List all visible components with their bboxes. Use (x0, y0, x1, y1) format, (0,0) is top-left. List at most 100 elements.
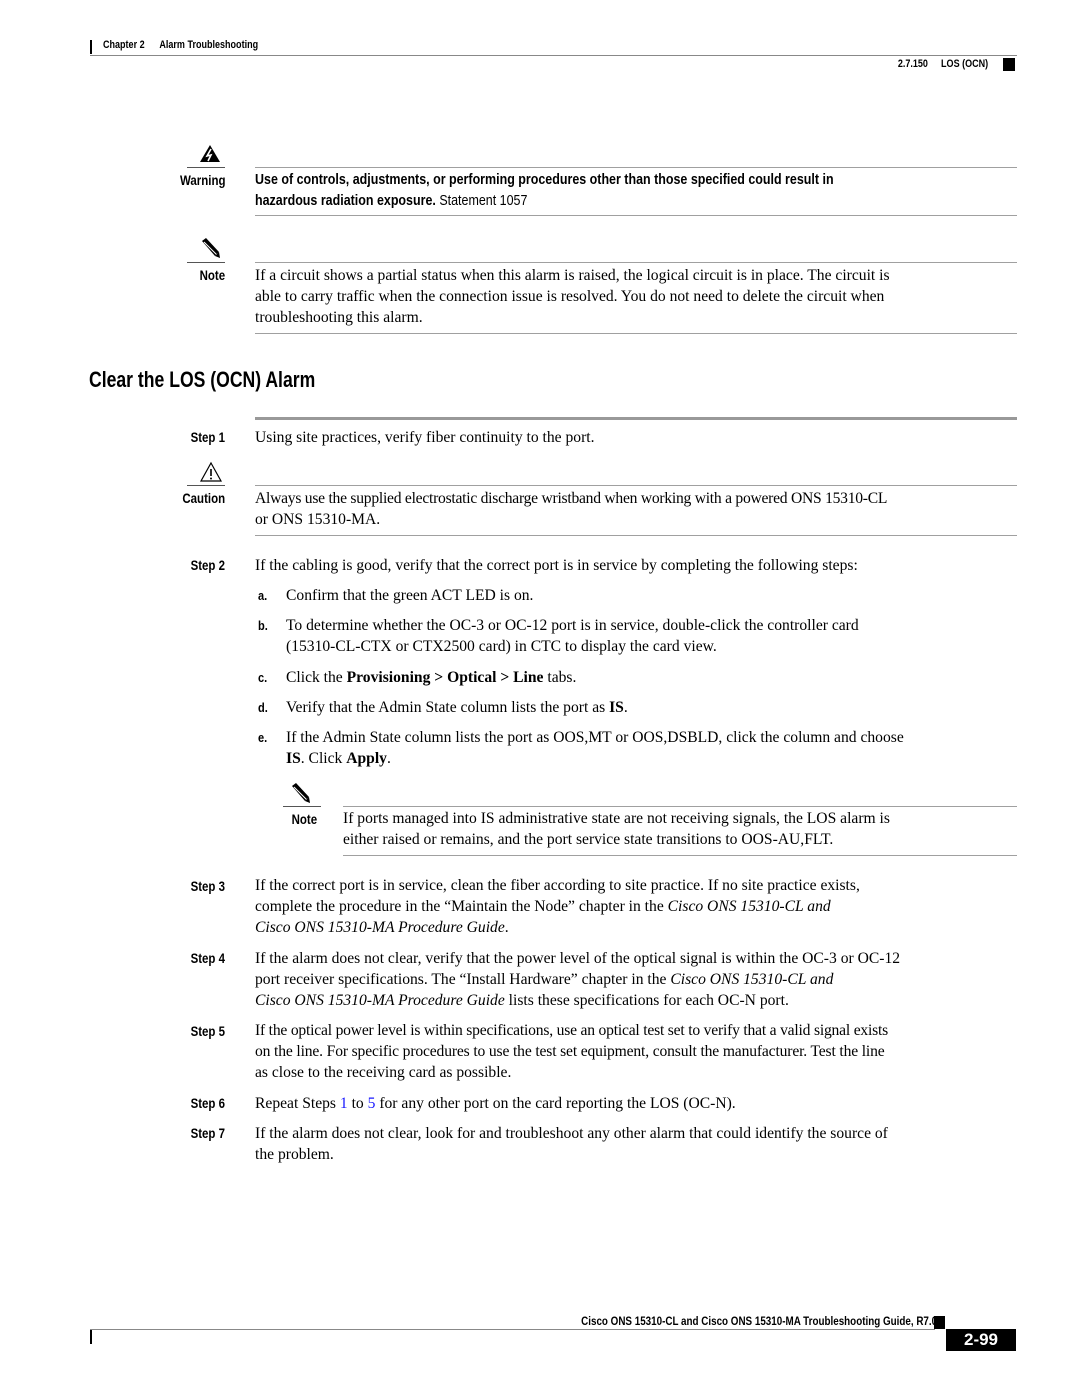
warning-lightning-icon (197, 143, 223, 165)
text-run: Click the (286, 669, 347, 686)
step-7-label: Step 7 (190, 1125, 225, 1141)
warning-text: Use of controls, adjustments, or perform… (255, 170, 834, 212)
warning-icon-rule (187, 167, 225, 168)
note-pencil-icon (288, 782, 312, 806)
note-pencil-icon (198, 237, 222, 261)
text-run: complete the procedure in the “Maintain … (255, 898, 668, 915)
step-line: on the line. For specific procedures to … (255, 1043, 885, 1060)
note-line: If a circuit shows a partial status when… (255, 267, 890, 284)
step-3-text: If the correct port is in service, clean… (255, 875, 1025, 938)
menu-path: Provisioning > Optical > Line (346, 669, 544, 686)
caution-line: or ONS 15310-MA. (255, 511, 381, 528)
step-line: If the correct port is in service, clean… (255, 877, 860, 894)
note-bottom-rule (255, 333, 1017, 334)
note-icon-rule (283, 806, 321, 807)
note-icon-rule (187, 262, 225, 263)
document-reference: Cisco ONS 15310-MA Procedure Guide (255, 919, 505, 936)
step-1-link[interactable]: 1 (340, 1095, 348, 1112)
step-line: complete the procedure in the “Maintain … (255, 896, 1025, 917)
header-section: 2.7.150 LOS (OCN) (898, 58, 988, 70)
step-2-text: If the cabling is good, verify that the … (255, 557, 858, 574)
footer-guide-title: Cisco ONS 15310-CL and Cisco ONS 15310-M… (581, 1314, 937, 1328)
text-run: to (347, 1095, 368, 1112)
caution-label: Caution (182, 490, 225, 506)
document-reference: Cisco ONS 15310-CL and (670, 971, 834, 988)
footer-marker-square (934, 1316, 945, 1329)
substep-c-text: Click the Provisioning > Optical > Line … (286, 667, 576, 688)
text-run: tabs. (543, 669, 577, 686)
chapter-label: Chapter 2 (103, 39, 145, 51)
note-bottom-rule (343, 855, 1017, 856)
chapter-title: Alarm Troubleshooting (159, 39, 259, 51)
state-value: IS (286, 750, 301, 767)
caution-top-rule (255, 485, 1017, 486)
warning-bottom-rule (255, 215, 1017, 216)
header-marker-square (1003, 58, 1015, 71)
substep-e-text: If the Admin State column lists the port… (286, 727, 1026, 769)
page-number: 2-99 (946, 1329, 1016, 1351)
note-label: Note (291, 811, 317, 827)
substep-c-label: c. (258, 670, 268, 685)
text-run: Verify that the Admin State column lists… (286, 699, 610, 716)
header-margin-bar (90, 40, 92, 54)
footer-margin-bar (90, 1330, 92, 1344)
substep-b-label: b. (258, 618, 268, 633)
text-run: . (386, 750, 391, 767)
warning-line-2: hazardous radiation exposure. Statement … (255, 191, 834, 212)
step-line: If the alarm does not clear, verify that… (255, 950, 901, 967)
note-text: If ports managed into IS administrative … (343, 808, 1023, 850)
text-run: . (623, 699, 628, 716)
text-run: lists these specifications for each OC-N… (504, 992, 789, 1009)
caution-line: Always use the supplied electrostatic di… (255, 490, 888, 507)
step-5-label: Step 5 (190, 1023, 225, 1039)
section-title: LOS (OCN) (940, 58, 988, 70)
text-run: for any other port on the card reporting… (375, 1095, 736, 1112)
warning-line-1: Use of controls, adjustments, or perform… (255, 172, 834, 188)
section-number: 2.7.150 (897, 58, 928, 70)
substep-a-text: Confirm that the green ACT LED is on. (286, 587, 534, 604)
substep-a-label: a. (258, 588, 268, 603)
footer-rule (90, 1329, 935, 1330)
step-7-text: If the alarm does not clear, look for an… (255, 1123, 1025, 1165)
document-reference: Cisco ONS 15310-MA Procedure Guide (255, 992, 505, 1009)
step-5-text: If the optical power level is within spe… (255, 1020, 1035, 1083)
warning-statement: Statement 1057 (435, 193, 528, 209)
note-line: able to carry traffic when the connectio… (255, 288, 885, 305)
procedure-rule (255, 417, 1017, 420)
caution-triangle-icon (199, 461, 223, 483)
step-line: Cisco ONS 15310-MA Procedure Guide lists… (255, 990, 1030, 1011)
document-reference: Cisco ONS 15310-CL and (667, 898, 831, 915)
caution-text: Always use the supplied electrostatic di… (255, 488, 1025, 530)
header-chapter: Chapter 2 Alarm Troubleshooting (103, 39, 258, 51)
substep-b-line: To determine whether the OC-3 or OC-12 p… (286, 617, 859, 634)
step-4-text: If the alarm does not clear, verify that… (255, 948, 1030, 1011)
section-heading: Clear the LOS (OCN) Alarm (89, 367, 316, 392)
note-top-rule (343, 806, 1017, 807)
step-line: Cisco ONS 15310-MA Procedure Guide. (255, 917, 1025, 938)
substep-e-label: e. (258, 730, 268, 745)
step-line: If the alarm does not clear, look for an… (255, 1125, 888, 1142)
note-line: either raised or remains, and the port s… (343, 831, 834, 848)
caution-bottom-rule (255, 535, 1017, 536)
step-2-label: Step 2 (190, 557, 225, 573)
warning-top-rule (255, 167, 1017, 168)
caution-icon-rule (187, 485, 225, 486)
warning-label: Warning (179, 172, 225, 188)
step-1-text: Using site practices, verify fiber conti… (255, 429, 595, 446)
header-rule (90, 55, 1017, 56)
step-line: as close to the receiving card as possib… (255, 1064, 512, 1081)
note-top-rule (255, 262, 1017, 263)
substep-b-text: To determine whether the OC-3 or OC-12 p… (286, 615, 1026, 657)
substep-e-line: IS. Click Apply. (286, 748, 1026, 769)
note-label: Note (199, 267, 225, 283)
step-6-text: Repeat Steps 1 to 5 for any other port o… (255, 1093, 736, 1114)
note-line: If ports managed into IS administrative … (343, 810, 890, 827)
text-run: port receiver specifications. The “Insta… (255, 971, 671, 988)
note-line: troubleshooting this alarm. (255, 309, 423, 326)
substep-e-line: If the Admin State column lists the port… (286, 729, 904, 746)
step-1-label: Step 1 (190, 429, 225, 445)
warning-bold-text: hazardous radiation exposure. (255, 193, 436, 209)
text-run: Repeat Steps (255, 1095, 340, 1112)
step-4-label: Step 4 (190, 950, 225, 966)
substep-d-text: Verify that the Admin State column lists… (286, 697, 628, 718)
